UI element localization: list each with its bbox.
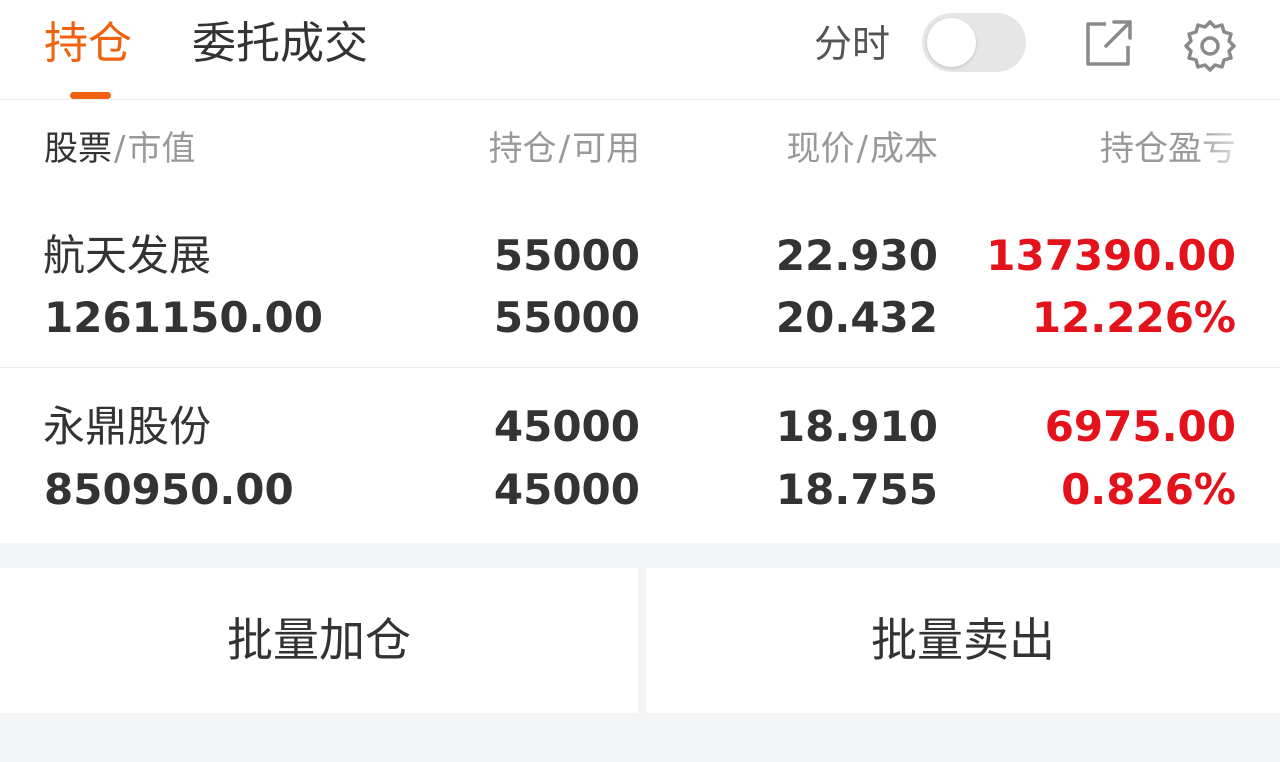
timeshare-label: 分时: [814, 22, 891, 66]
tab-orders[interactable]: 委托成交: [192, 14, 368, 74]
market-value: 850950.00: [44, 465, 294, 514]
header-stock: 股票: [44, 129, 112, 169]
stock-name: 永鼎股份: [43, 402, 212, 451]
current-price: 18.910: [775, 402, 938, 451]
cost-price: 20.432: [775, 293, 938, 342]
header-separator: /: [558, 129, 570, 169]
current-price: 22.930: [775, 231, 938, 280]
timeshare-toggle[interactable]: [922, 13, 1026, 72]
pnl-amount: 6975.00: [1044, 402, 1236, 451]
holding-row[interactable]: 永鼎股份 850950.00 45000 45000 18.910 18.755…: [0, 369, 1280, 543]
toggle-knob: [927, 18, 976, 67]
tab-holdings[interactable]: 持仓: [44, 14, 132, 74]
position-qty: 45000: [493, 402, 640, 451]
header-fade-overlay: [1195, 120, 1280, 180]
header-separator: /: [114, 129, 126, 169]
button-divider: [638, 568, 646, 713]
header-position: 持仓: [488, 129, 557, 169]
header-available: 可用: [572, 129, 640, 169]
pnl-percent: 12.226%: [1031, 293, 1236, 342]
available-qty: 55000: [493, 293, 640, 342]
header-market-value: 市值: [127, 129, 196, 169]
pnl-amount: 137390.00: [986, 231, 1236, 280]
external-link-icon[interactable]: [1082, 18, 1134, 70]
pnl-percent: 0.826%: [1061, 465, 1236, 514]
top-tab-bar: 持仓 委托成交 分时: [0, 0, 1280, 100]
header-price-cost: 现价/成本: [787, 125, 938, 173]
active-tab-indicator: [70, 92, 111, 99]
bottom-background: [0, 713, 1280, 762]
header-stock-market-value: 股票/市值: [44, 125, 195, 173]
position-qty: 55000: [493, 231, 640, 280]
section-divider: [0, 543, 1280, 568]
cost-price: 18.755: [775, 465, 938, 514]
header-separator: /: [856, 129, 868, 169]
holding-row[interactable]: 航天发展 1261150.00 55000 55000 22.930 20.43…: [0, 204, 1280, 368]
header-cost: 成本: [870, 129, 938, 169]
available-qty: 45000: [493, 465, 640, 514]
market-value: 1261150.00: [44, 293, 323, 342]
header-current-price: 现价: [786, 129, 855, 169]
header-position-available: 持仓/可用: [489, 125, 640, 173]
gear-icon[interactable]: [1182, 18, 1236, 72]
stock-name: 航天发展: [43, 231, 212, 280]
batch-sell-button[interactable]: 批量卖出: [646, 568, 1280, 713]
batch-add-button[interactable]: 批量加仓: [0, 568, 638, 713]
